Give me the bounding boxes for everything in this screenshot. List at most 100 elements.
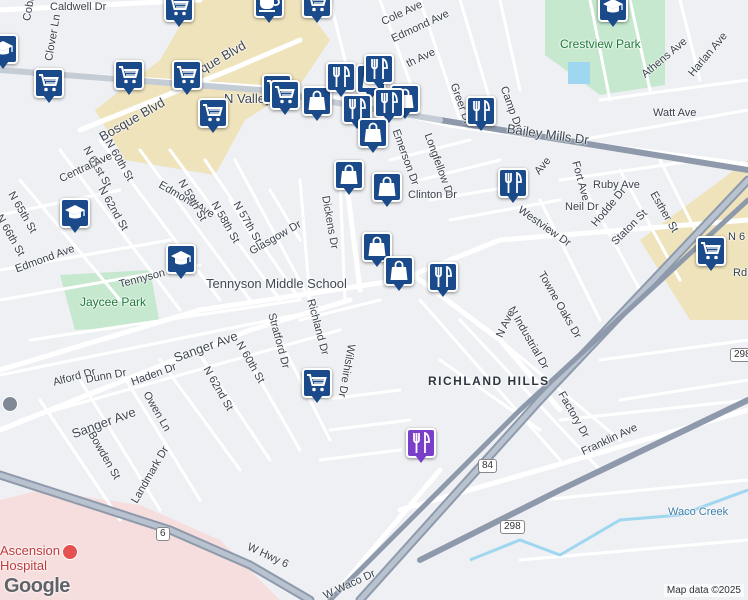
marker-badge — [372, 172, 402, 202]
marker-pointer — [475, 123, 487, 131]
marker-pointer — [381, 199, 393, 207]
marker-badge — [384, 256, 414, 286]
marker-badge — [114, 60, 144, 90]
coffee-cup-icon — [258, 0, 280, 13]
area-label: RICHLAND HILLS — [428, 374, 550, 388]
marker-pointer — [311, 113, 323, 121]
graduation-cap-icon — [170, 250, 192, 268]
marker-pointer — [415, 455, 427, 463]
street-label: Caldwell Dr — [50, 1, 107, 13]
map-marker[interactable] — [302, 368, 332, 406]
map-marker[interactable] — [428, 262, 458, 300]
marker-pointer — [181, 87, 193, 95]
map-marker[interactable] — [466, 96, 496, 134]
graduation-cap-icon — [0, 40, 14, 58]
marker-pointer — [507, 195, 519, 203]
marker-badge — [466, 96, 496, 126]
marker-pointer — [123, 87, 135, 95]
marker-pointer — [69, 225, 81, 233]
map-marker[interactable] — [302, 0, 332, 26]
map-marker[interactable] — [598, 0, 628, 30]
map-canvas[interactable]: Caldwell Dr Cobb Clover Ln Bosque Blvd B… — [0, 0, 748, 600]
map-marker[interactable] — [114, 60, 144, 98]
place-icon[interactable] — [2, 396, 18, 412]
route-shield: 298 — [730, 348, 748, 362]
route-shield: 298 — [500, 520, 525, 534]
map-attribution: Map data ©2025 — [663, 584, 744, 597]
street-label: N 6 — [728, 231, 746, 243]
marker-pointer — [0, 61, 9, 69]
marker-badge — [406, 428, 436, 458]
shopping-cart-icon — [168, 0, 190, 17]
map-marker[interactable] — [0, 34, 18, 72]
marker-pointer — [343, 187, 355, 195]
shopping-bag-icon — [377, 176, 397, 198]
marker-pointer — [367, 145, 379, 153]
marker-badge — [34, 68, 64, 98]
street-label: Neil Dr — [565, 201, 599, 213]
marker-pointer — [437, 289, 449, 297]
marker-pointer — [263, 15, 275, 23]
hospital-label: Ascension Hospital — [0, 543, 60, 574]
fork-knife-icon — [411, 432, 431, 454]
shopping-cart-icon — [176, 65, 198, 85]
map-marker[interactable] — [696, 236, 726, 274]
map-marker[interactable] — [358, 118, 388, 156]
school-label: Tennyson Middle School — [206, 276, 347, 291]
shopping-cart-icon — [38, 73, 60, 93]
map-marker[interactable] — [198, 98, 228, 136]
marker-badge — [270, 80, 300, 110]
marker-badge — [374, 88, 404, 118]
map-marker[interactable] — [164, 0, 194, 30]
map-marker[interactable] — [498, 168, 528, 206]
marker-pointer — [173, 19, 185, 27]
marker-pointer — [43, 95, 55, 103]
marker-badge — [498, 168, 528, 198]
map-marker[interactable] — [384, 256, 414, 294]
marker-pointer — [371, 259, 383, 267]
marker-pointer — [705, 263, 717, 271]
shopping-cart-icon — [274, 85, 296, 105]
fork-knife-icon — [379, 92, 399, 114]
shopping-bag-icon — [363, 122, 383, 144]
marker-pointer — [311, 15, 323, 23]
street-label: Rd — [733, 267, 748, 279]
shopping-bag-icon — [367, 236, 387, 258]
map-marker[interactable] — [406, 428, 436, 466]
marker-badge — [334, 160, 364, 190]
marker-pointer — [175, 271, 187, 279]
fork-knife-icon — [433, 266, 453, 288]
hospital-label-line-2: Hospital — [0, 557, 47, 573]
map-marker[interactable] — [372, 172, 402, 210]
graduation-cap-icon — [602, 0, 624, 16]
marker-badge — [358, 118, 388, 148]
map-marker[interactable] — [334, 160, 364, 198]
marker-badge — [60, 198, 90, 228]
hospital-icon[interactable] — [62, 544, 78, 560]
route-shield: 6 — [156, 527, 170, 541]
marker-badge — [302, 368, 332, 398]
shopping-bag-icon — [339, 164, 359, 186]
fork-knife-icon — [503, 172, 523, 194]
marker-badge — [198, 98, 228, 128]
map-marker[interactable] — [172, 60, 202, 98]
marker-badge — [172, 60, 202, 90]
marker-badge — [428, 262, 458, 292]
marker-badge — [166, 244, 196, 274]
map-marker[interactable] — [166, 244, 196, 282]
fork-knife-icon — [369, 58, 389, 80]
street-label: Watt Ave — [653, 107, 697, 119]
marker-pointer — [393, 283, 405, 291]
map-marker[interactable] — [60, 198, 90, 236]
park-label: Crestview Park — [560, 37, 641, 51]
park-label: Jaycee Park — [80, 295, 147, 309]
fork-knife-icon — [331, 66, 351, 88]
marker-pointer — [207, 125, 219, 133]
marker-badge — [696, 236, 726, 266]
map-marker[interactable] — [34, 68, 64, 106]
marker-badge — [0, 34, 18, 64]
map-marker[interactable] — [254, 0, 284, 26]
shopping-cart-icon — [306, 373, 328, 393]
map-marker[interactable] — [270, 80, 300, 118]
shopping-cart-icon — [700, 241, 722, 261]
